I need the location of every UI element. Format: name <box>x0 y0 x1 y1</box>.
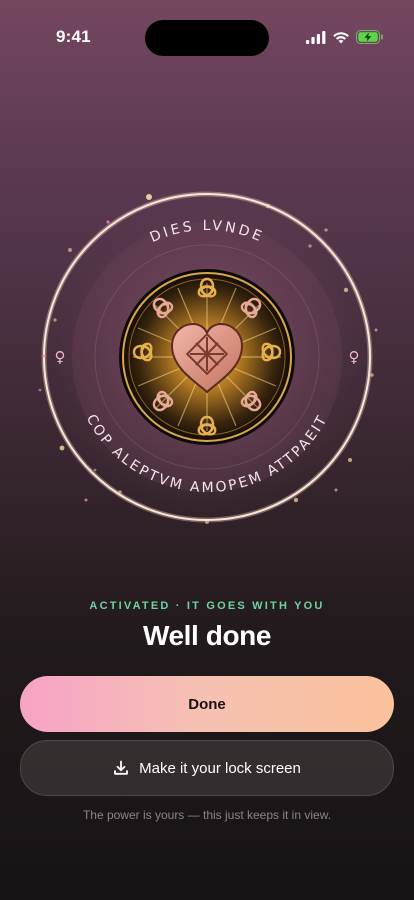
sigil-emblem: DIES LVNDE COP ALEPTVM AMOPEM ATTPAEIT ♀… <box>0 170 414 570</box>
battery-charging-icon <box>356 30 384 44</box>
celtic-heart-knot-icon <box>119 269 295 445</box>
venus-symbol-left: ♀ <box>55 348 66 366</box>
page-title: Well done <box>142 620 272 651</box>
status-bar: 9:41 <box>0 0 414 76</box>
activation-status-label: ACTIVATED · IT GOES WITH YOU <box>89 600 325 612</box>
done-button-label: Done <box>188 695 226 713</box>
signal-icon <box>306 30 326 44</box>
dynamic-island <box>145 20 269 56</box>
venus-symbol-right: ♀ <box>349 348 360 366</box>
done-button[interactable]: Done <box>20 676 394 732</box>
download-icon <box>113 760 129 776</box>
status-icons <box>306 28 384 46</box>
status-time: 9:41 <box>56 27 91 46</box>
footnote: The power is yours — this just keeps it … <box>82 808 332 822</box>
wifi-icon <box>332 31 350 44</box>
emblem-graphic: DIES LVNDE COP ALEPTVM AMOPEM ATTPAEIT ♀… <box>38 191 378 524</box>
lock-screen-button-label: Make it your lock screen <box>139 759 301 777</box>
lock-screen-button[interactable]: Make it your lock screen <box>20 740 394 796</box>
screen: 9:41 DIES LVNDE COP ALEPTVM AMOPEM ATTPA… <box>0 0 414 900</box>
